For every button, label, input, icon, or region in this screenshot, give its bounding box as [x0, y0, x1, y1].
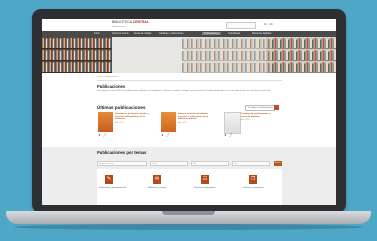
share-icon[interactable]: ⤴ — [166, 133, 169, 137]
download-icon[interactable]: ⬇ — [224, 133, 227, 137]
share-icon[interactable]: ⤴ — [229, 133, 232, 137]
publication-card[interactable]: Informe anual de actividades, servicios … — [161, 112, 217, 137]
language-switcher[interactable]: ES · EN — [264, 23, 273, 26]
type-filter[interactable]: Tipo — [232, 161, 270, 166]
page-title: Publicaciones — [97, 84, 126, 89]
nav-item-areas[interactable]: Áreas de trabajo — [134, 32, 152, 35]
laptop-screen: BIBLIOTECA CENTRAL Publicaciones ES · EN… — [42, 19, 336, 205]
book-icon[interactable]: ✉ — [153, 175, 161, 184]
logo-subtitle: Publicaciones — [112, 26, 126, 28]
see-all-button[interactable]: Ver todas las publicaciones — [245, 105, 275, 111]
site-header — [42, 19, 336, 31]
download-icon[interactable]: ⬇ — [161, 133, 164, 137]
laptop-notch — [162, 211, 215, 215]
latest-heading: Últimas publicaciones — [97, 105, 146, 110]
filter-search-button[interactable]: Buscar — [274, 161, 282, 166]
theme-filter[interactable]: Tema — [150, 161, 188, 166]
theme-tile-label[interactable]: Patrimonio bibliográfico — [194, 187, 216, 189]
search-box[interactable] — [226, 22, 256, 39]
nav-item-digital[interactable]: Recursos digitales — [252, 32, 272, 35]
logo-line1: BIBLIOTECA — [112, 20, 132, 24]
publication-card[interactable]: Guía básica de fuentes, fondos y servici… — [98, 112, 154, 137]
publication-meta: Año: 2021 — [178, 122, 187, 124]
laptop-shadow — [14, 224, 363, 230]
document-icon[interactable]: ✎ — [105, 175, 113, 184]
nav-item-activities[interactable]: Actividades — [228, 32, 240, 35]
publication-title[interactable]: Catálogo de publicaciones y recursos dig… — [241, 113, 280, 118]
publication-cover[interactable] — [161, 112, 176, 132]
download-icon[interactable]: ⬇ — [98, 133, 101, 137]
logo-line2: CENTRAL — [132, 20, 149, 24]
publication-meta: Año: 2020 — [241, 119, 250, 121]
page-intro: Descargue en formato PDF las publicacion… — [97, 90, 272, 92]
see-all-arrow-icon[interactable] — [274, 105, 279, 110]
archive-icon[interactable]: ☷ — [201, 175, 209, 184]
publication-title[interactable]: Guía básica de fuentes, fondos y servici… — [115, 113, 154, 121]
breadcrumb[interactable]: Inicio > Publicaciones — [97, 76, 118, 78]
nav-item-home[interactable]: Inicio — [94, 32, 100, 35]
publication-cover[interactable] — [98, 112, 113, 132]
publication-title[interactable]: Informe anual de actividades, servicios … — [178, 113, 217, 121]
publication-meta: Año: 2021 — [115, 122, 124, 124]
publication-cover[interactable] — [224, 112, 241, 134]
nav-item-publications[interactable]: Publicaciones — [202, 32, 221, 36]
site-logo[interactable]: BIBLIOTECA CENTRAL — [112, 20, 149, 25]
nav-item-catalog[interactable]: Catálogo y colecciones — [159, 32, 184, 35]
theme-tile-label[interactable]: Información y documentación — [99, 187, 126, 189]
hero-bookshelf-image — [42, 37, 336, 73]
title-filter[interactable]: Buscar por título — [97, 161, 147, 166]
themes-heading: Publicaciones por temas — [97, 150, 147, 155]
theme-tile-label[interactable]: Bibliotecas y lectura — [148, 187, 166, 189]
publication-card[interactable]: Catálogo de publicaciones y recursos dig… — [224, 112, 280, 137]
theme-tile-label[interactable]: Informes y estadísticas — [243, 187, 264, 189]
nav-item-about[interactable]: Quiénes somos — [112, 32, 129, 35]
report-icon[interactable]: ❐ — [249, 175, 257, 184]
share-icon[interactable]: ⤴ — [103, 133, 106, 137]
year-filter[interactable]: Año — [191, 161, 229, 166]
